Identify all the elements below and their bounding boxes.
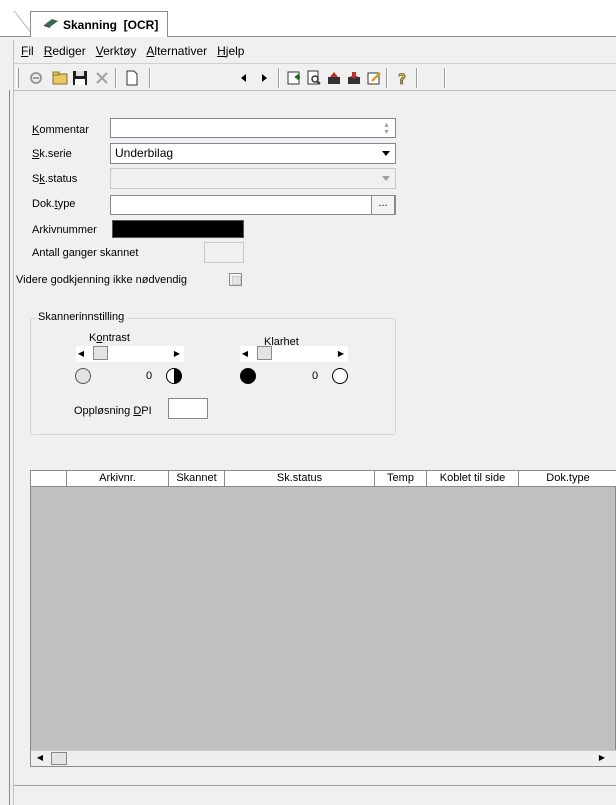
grid-column-header[interactable]: Sk.status	[225, 471, 375, 487]
klarhet-slider-thumb[interactable]	[257, 346, 272, 360]
toolbar-separator	[115, 68, 117, 88]
frame-border-inner	[9, 90, 10, 805]
browse-button[interactable]: ...	[371, 195, 395, 215]
toolbar-separator	[444, 68, 446, 88]
arkivnummer-label: Arkivnummer	[32, 224, 97, 236]
slider-right-arrow-icon[interactable]: ▶	[172, 347, 182, 361]
menu-bar: Fil Rediger Verktøy Alternativer Hjelp	[14, 40, 249, 62]
grid-column-header[interactable]: Koblet til side	[427, 471, 519, 487]
previous-arrow-icon[interactable]	[234, 68, 254, 88]
brightness-light-icon	[332, 368, 348, 384]
help-icon[interactable]: ?	[392, 68, 412, 88]
toolbar-separator	[278, 68, 280, 88]
videre-label: Videre godkjenning ikke nødvendig	[16, 274, 188, 286]
horizontal-scrollbar[interactable]: ◀ ▶	[31, 750, 616, 766]
delete-icon[interactable]	[92, 68, 112, 88]
frame-border	[13, 40, 14, 805]
klarhet-slider[interactable]: ◀ ▶	[240, 346, 348, 362]
scroll-thumb[interactable]	[51, 752, 67, 765]
grid-column-header[interactable]: Dok.type	[519, 471, 616, 487]
videre-checkbox[interactable]	[229, 273, 242, 286]
add-page-icon[interactable]	[284, 68, 304, 88]
antall-field	[204, 242, 244, 263]
menu-hjelp[interactable]: Hjelp	[212, 44, 249, 58]
kommentar-label: Kommentar	[32, 124, 89, 136]
preview-icon[interactable]	[304, 68, 324, 88]
menu-fil[interactable]: Fil	[14, 44, 39, 58]
kontrast-value: 0	[146, 370, 153, 382]
menu-alternativer[interactable]: Alternativer	[141, 44, 212, 58]
dpi-input[interactable]	[168, 398, 208, 419]
antall-label: Antall ganger skannet	[32, 247, 139, 259]
grid-column-header[interactable]: Temp	[375, 471, 427, 487]
scanner-icon	[43, 17, 59, 32]
open-folder-icon[interactable]	[50, 68, 70, 88]
scroll-right-arrow-icon[interactable]: ▶	[597, 751, 607, 765]
slider-right-arrow-icon[interactable]: ▶	[336, 347, 346, 361]
toolbar-separator	[149, 68, 151, 88]
move-up-icon[interactable]	[324, 68, 344, 88]
brightness-dark-icon	[240, 368, 256, 384]
tab-baseline-gap	[31, 36, 167, 37]
svg-text:?: ?	[398, 72, 406, 86]
toolbar: ?	[14, 63, 616, 91]
dpi-label: Oppløsning DPI	[74, 405, 152, 417]
tab-skanning[interactable]: Skanning [OCR]	[30, 11, 168, 37]
menu-verktoy[interactable]: Verktøy	[91, 44, 142, 58]
contrast-high-icon	[166, 368, 182, 384]
grid-column-header[interactable]: Arkivnr.	[67, 471, 169, 487]
doktype-label: Dok.type	[32, 198, 76, 210]
grid-column-header[interactable]	[31, 471, 67, 487]
chevron-down-icon[interactable]	[382, 176, 390, 181]
scan-grid[interactable]: Arkivnr. Skannet Sk.status Temp Koblet t…	[30, 470, 616, 767]
contrast-low-icon	[75, 368, 91, 384]
move-down-icon[interactable]	[344, 68, 364, 88]
chevron-down-icon[interactable]	[382, 151, 390, 156]
toolbar-grip[interactable]	[16, 68, 19, 88]
scroll-left-arrow-icon[interactable]: ◀	[35, 751, 45, 765]
spin-icon[interactable]: ▴ ▾	[380, 121, 393, 136]
status-bar	[14, 785, 616, 805]
kommentar-input[interactable]: ▴ ▾	[110, 118, 396, 138]
new-document-icon[interactable]	[122, 68, 142, 88]
toolbar-separator	[416, 68, 418, 88]
kontrast-slider[interactable]: ◀ ▶	[76, 346, 184, 362]
skstatus-label: Sk.status	[32, 173, 78, 185]
doktype-input[interactable]: ...	[110, 195, 396, 215]
skstatus-select[interactable]	[110, 168, 396, 189]
kontrast-slider-thumb[interactable]	[93, 346, 108, 360]
grid-header: Arkivnr. Skannet Sk.status Temp Koblet t…	[31, 471, 616, 487]
skserie-select[interactable]: Underbilag	[110, 143, 396, 164]
menu-rediger[interactable]: Rediger	[39, 44, 91, 58]
arkivnummer-field	[112, 220, 244, 238]
edit-icon[interactable]	[364, 68, 384, 88]
toolbar-separator	[386, 68, 388, 88]
scan-icon[interactable]	[26, 68, 46, 88]
slider-left-arrow-icon[interactable]: ◀	[240, 347, 250, 361]
scanner-group-title: Skannerinnstilling	[36, 311, 127, 323]
slider-left-arrow-icon[interactable]: ◀	[76, 347, 86, 361]
save-icon[interactable]	[70, 68, 90, 88]
klarhet-value: 0	[312, 370, 319, 382]
next-arrow-icon[interactable]	[254, 68, 274, 88]
kontrast-label: Kontrast	[89, 332, 130, 344]
grid-column-header[interactable]: Skannet	[169, 471, 225, 487]
tab-title: Skanning [OCR]	[63, 17, 159, 32]
skserie-label: Sk.serie	[32, 148, 72, 160]
